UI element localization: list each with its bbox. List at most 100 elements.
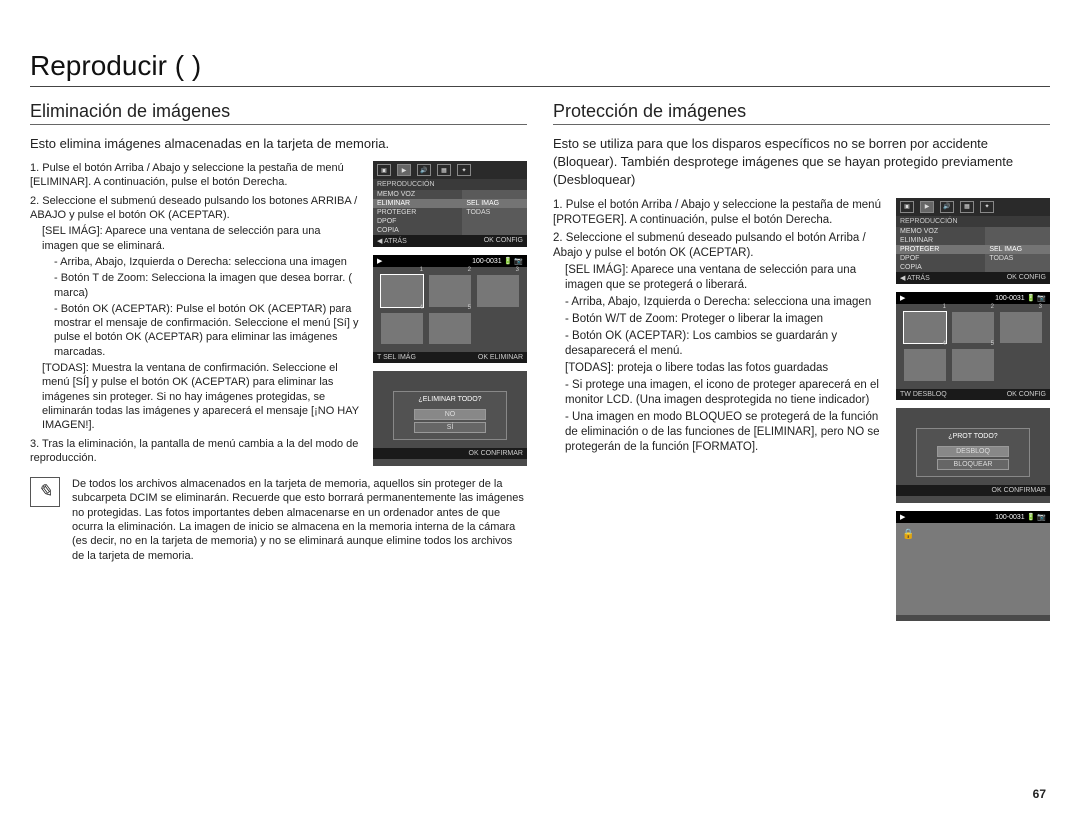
grid-cell: 4 — [904, 349, 946, 381]
left-todas: [TODAS]: Muestra la ventana de confirmac… — [30, 361, 359, 432]
grid-cell: 2 — [952, 312, 994, 344]
right-todas-b2: - Una imagen en modo BLOQUEO se proteger… — [553, 410, 882, 455]
left-heading: Eliminación de imágenes — [30, 101, 527, 125]
dialog-opt2: BLOQUEAR — [937, 459, 1009, 470]
menu-item: SEL IMAG — [462, 199, 527, 208]
menu-item: MEMO VOZ — [896, 227, 985, 236]
tab-row: ▣ ▶ 🔊 ▦ ✦ — [896, 198, 1050, 216]
right-todas: [TODAS]: proteja o libere todas las foto… — [553, 361, 882, 376]
menu-item: ELIMINAR — [896, 236, 985, 245]
play-icon: ▶ — [377, 257, 382, 265]
dialog-opt-yes: SÍ — [414, 422, 486, 433]
right-todas-b1: - Si protege una imagen, el icono de pro… — [553, 378, 882, 408]
menu-item — [462, 226, 527, 235]
menu-section: REPRODUCCIÓN — [373, 179, 527, 190]
footer-ok: OK CONFIG — [484, 237, 523, 245]
menu-item: PROTEGER — [896, 245, 985, 254]
tab-icon: ✦ — [457, 164, 471, 176]
right-sel-b1: - Arriba, Abajo, Izquierda o Derecha: se… — [553, 295, 882, 310]
grid-cell: 1 — [904, 312, 946, 344]
menu-item: DPOF — [373, 217, 462, 226]
status-text: 100-0031 🔋 📷 — [995, 294, 1046, 302]
left-step3: 3. Tras la eliminación, la pantalla de m… — [30, 437, 359, 466]
play-icon: ▶ — [900, 513, 905, 521]
left-step2: 2. Seleccione el submenú deseado pulsand… — [30, 194, 359, 223]
menu-item: ELIMINAR — [373, 199, 462, 208]
tab-icon: ▦ — [960, 201, 974, 213]
footer-left: T SEL IMÁG — [377, 354, 416, 361]
left-sel-b2: - Botón T de Zoom: Selecciona la imagen … — [30, 271, 359, 300]
tab-icon: ▣ — [377, 164, 391, 176]
menu-item: SEL IMAG — [985, 245, 1050, 254]
left-step1: 1. Pulse el botón Arriba / Abajo y selec… — [30, 161, 359, 190]
left-sel-b3: - Botón OK (ACEPTAR): Pulse el botón OK … — [30, 302, 359, 359]
right-column: Protección de imágenes Esto se utiliza p… — [553, 101, 1050, 621]
grid-cell: 5 — [952, 349, 994, 381]
footer-left: TW DESBLOQ — [900, 391, 947, 398]
tab-icon: ▣ — [900, 201, 914, 213]
left-sel-b1: - Arriba, Abajo, Izquierda o Derecha: se… — [30, 255, 359, 269]
right-intro: Esto se utiliza para que los disparos es… — [553, 135, 1050, 190]
right-step2: 2. Seleccione el submenú deseado pulsand… — [553, 231, 882, 261]
page-number: 67 — [1033, 787, 1046, 801]
right-screen-dialog: ¿PROT TODO? DESBLOQ BLOQUEAR OK CONFIRMA… — [896, 408, 1050, 503]
left-note: De todos los archivos almacenados en la … — [72, 477, 527, 563]
menu-item: COPIA — [896, 263, 985, 272]
right-screen-grid: ▶ 100-0031 🔋 📷 1 2 3 4 5 TW DES — [896, 292, 1050, 400]
tab-icon: 🔊 — [940, 201, 954, 213]
footer-ok: OK CONFIRMAR — [992, 487, 1046, 494]
footer-back: ◀ ATRÁS — [377, 237, 407, 245]
left-screen-dialog: ¿ELIMINAR TODO? NO SÍ OK CONFIRMAR — [373, 371, 527, 466]
page-title: Reproducir ( ) — [30, 50, 1050, 87]
left-intro: Esto elimina imágenes almacenadas en la … — [30, 135, 527, 153]
left-screen-grid: ▶ 100-0031 🔋 📷 1 2 3 4 5 T SEL — [373, 255, 527, 363]
right-sel-b3: - Botón OK (ACEPTAR): Los cambios se gua… — [553, 329, 882, 359]
menu-item — [462, 190, 527, 199]
right-sel-label: [SEL IMÁG]: Aparece una ventana de selec… — [553, 263, 882, 293]
footer-back: ◀ ATRÁS — [900, 274, 930, 282]
tab-icon: ▦ — [437, 164, 451, 176]
tab-icon: 🔊 — [417, 164, 431, 176]
status-text: 100-0031 🔋 📷 — [995, 513, 1046, 521]
right-heading: Protección de imágenes — [553, 101, 1050, 125]
menu-item — [985, 227, 1050, 236]
left-text: 1. Pulse el botón Arriba / Abajo y selec… — [30, 161, 359, 467]
menu-section: REPRODUCCIÓN — [896, 216, 1050, 227]
menu-item: TODAS — [985, 254, 1050, 263]
right-text: 1. Pulse el botón Arriba / Abajo y selec… — [553, 198, 882, 621]
left-column: Eliminación de imágenes Esto elimina imá… — [30, 101, 527, 621]
right-screen-menu: ▣ ▶ 🔊 ▦ ✦ REPRODUCCIÓN MEMO VOZ ELIMINAR… — [896, 198, 1050, 284]
grid-cell: 5 — [429, 313, 471, 345]
note-icon: ✎ — [30, 477, 60, 507]
status-text: 100-0031 🔋 📷 — [472, 257, 523, 265]
grid-cell: 2 — [429, 275, 471, 307]
footer-right: OK ELIMINAR — [478, 354, 523, 361]
menu-item — [985, 263, 1050, 272]
menu-item: TODAS — [462, 208, 527, 217]
tab-icon: ▶ — [397, 164, 411, 176]
tab-icon: ✦ — [980, 201, 994, 213]
right-screen-preview: ▶ 100-0031 🔋 📷 🔒 — [896, 511, 1050, 621]
grid-cell: 3 — [1000, 312, 1042, 344]
menu-item — [462, 217, 527, 226]
dialog-question: ¿ELIMINAR TODO? — [394, 396, 506, 407]
footer-ok: OK CONFIG — [1007, 274, 1046, 282]
dialog-opt-no: NO — [414, 409, 486, 420]
tab-row: ▣ ▶ 🔊 ▦ ✦ — [373, 161, 527, 179]
left-sel-label: [SEL IMÁG]: Aparece una ventana de selec… — [30, 224, 359, 253]
menu-item: PROTEGER — [373, 208, 462, 217]
grid-cell: 1 — [381, 275, 423, 307]
left-screen-menu: ▣ ▶ 🔊 ▦ ✦ REPRODUCCIÓN MEMO VOZ ELIMINAR… — [373, 161, 527, 247]
menu-item — [985, 236, 1050, 245]
lock-icon: 🔒 — [902, 529, 914, 540]
grid-cell: 4 — [381, 313, 423, 345]
play-icon: ▶ — [900, 294, 905, 302]
menu-item: MEMO VOZ — [373, 190, 462, 199]
footer-ok: OK CONFIRMAR — [469, 450, 523, 457]
right-sel-b2: - Botón W/T de Zoom: Proteger o liberar … — [553, 312, 882, 327]
right-step1: 1. Pulse el botón Arriba / Abajo y selec… — [553, 198, 882, 228]
tab-icon: ▶ — [920, 201, 934, 213]
dialog-question: ¿PROT TODO? — [917, 433, 1029, 444]
footer-right: OK CONFIG — [1007, 391, 1046, 398]
grid-cell: 3 — [477, 275, 519, 307]
